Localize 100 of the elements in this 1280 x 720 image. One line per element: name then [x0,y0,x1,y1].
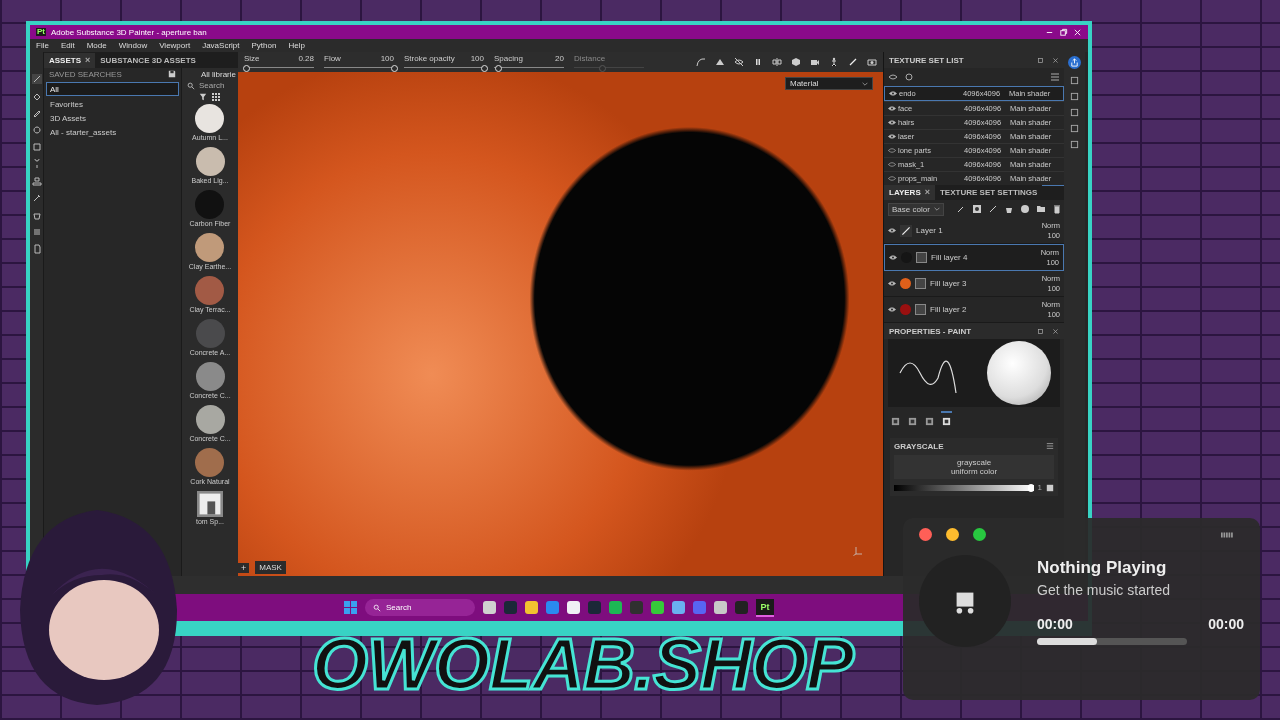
float-icon[interactable] [1037,327,1044,335]
mountain-icon[interactable] [715,57,725,67]
brush-icon[interactable] [900,224,912,237]
saved-search-item[interactable]: 3D Assets [46,113,179,124]
mask-tab[interactable]: MASK [255,561,286,574]
brush-icon[interactable] [987,204,998,214]
app-icon[interactable] [672,601,685,614]
search-icon[interactable] [373,603,381,612]
eye-icon[interactable] [888,307,896,312]
material-swatch[interactable] [195,405,225,434]
source-field[interactable]: grayscale uniform color [894,455,1054,479]
app-icon[interactable] [525,601,538,614]
display-mode-dropdown[interactable]: Material [785,77,873,90]
filter-icon[interactable] [199,93,207,101]
app-icon[interactable] [609,601,622,614]
menu-item[interactable]: Window [118,41,148,50]
panel-tab[interactable]: LAYERS × [884,185,935,200]
eye-icon[interactable] [888,228,896,233]
start-icon[interactable] [344,601,357,614]
search-field[interactable]: All [46,82,179,96]
app-icon[interactable] [651,601,664,614]
material-swatch[interactable] [195,233,225,262]
channel-dropdown[interactable]: Base color [888,202,944,216]
search-icon[interactable] [187,81,195,90]
dropper-icon[interactable] [31,193,42,203]
material-swatch[interactable] [195,448,225,477]
close-button[interactable] [919,528,932,541]
brush-icon[interactable] [31,74,42,84]
brush-icon[interactable] [848,57,858,67]
brush-slider[interactable] [494,64,564,71]
brush-slider[interactable] [244,64,314,71]
saved-search-item[interactable]: Favorites [46,99,179,110]
grayscale-slider[interactable] [894,484,1034,491]
pause-icon[interactable] [753,57,763,67]
pin-icon[interactable] [31,159,42,169]
minimize-button[interactable] [946,528,959,541]
close-icon[interactable] [1052,56,1059,64]
menu-item[interactable]: Edit [60,41,75,50]
eye-icon[interactable] [888,281,896,286]
folder-icon[interactable] [1035,204,1046,214]
mask-icon[interactable] [971,204,982,214]
float-icon[interactable] [1037,56,1044,64]
menu-icon[interactable] [1046,442,1054,450]
menu-item[interactable]: Mode [86,41,107,50]
curve-icon[interactable] [696,57,706,67]
eye-icon[interactable] [888,134,896,139]
share-icon[interactable] [1070,58,1079,67]
menu-item[interactable]: Viewport [159,41,191,50]
material-swatch[interactable] [195,104,225,133]
eye-icon[interactable] [888,120,896,125]
eye-outline-icon[interactable] [888,176,896,181]
menu-item[interactable]: Python [251,41,277,50]
maximize-button[interactable] [973,528,986,541]
material-swatch[interactable] [195,276,225,305]
app-icon[interactable] [483,601,496,614]
target-icon[interactable] [31,125,42,135]
eye-icon[interactable] [888,106,896,111]
layers-icon[interactable] [31,227,42,237]
material-swatch[interactable] [195,362,225,391]
restore-icon[interactable] [1059,27,1068,37]
picker-icon[interactable] [1046,483,1054,492]
stamp-icon[interactable] [31,176,42,186]
menu-item[interactable]: File [36,41,49,50]
library-search-field[interactable]: Search [199,81,233,90]
app-icon[interactable] [714,601,727,614]
figure-icon[interactable] [829,57,839,67]
grid-icon[interactable] [211,92,221,102]
material-swatch[interactable] [195,147,225,176]
save-icon[interactable] [168,70,176,78]
painter-app-button[interactable]: Pt [756,598,774,617]
hidden-icon[interactable] [734,57,744,67]
slider-thumb[interactable] [1027,483,1034,492]
close-icon[interactable] [1052,327,1059,335]
menu-item[interactable]: JavaScript [202,41,240,50]
panel-tab[interactable]: ASSETS × [44,52,96,68]
material-swatch[interactable] [195,190,225,219]
bucket-icon[interactable] [31,210,42,220]
globe-icon[interactable] [1019,204,1030,214]
brush-slider[interactable] [574,64,644,71]
eye-outline-icon[interactable] [888,162,896,167]
trash-icon[interactable] [1051,204,1062,214]
viewport-render[interactable]: Material + MASK [238,72,883,576]
add-button[interactable]: + [238,562,250,573]
eye-outline-icon[interactable] [888,148,896,153]
spray-icon[interactable] [197,491,223,517]
eraser-icon[interactable] [31,91,42,101]
eye-icon[interactable] [889,255,897,260]
menu-item[interactable]: Help [288,41,305,50]
pen-icon[interactable] [31,108,42,118]
symmetry-icon[interactable] [772,57,782,67]
taskbar-search[interactable]: Search [365,599,475,616]
material-swatch[interactable] [195,319,225,348]
wand-icon[interactable] [955,204,966,214]
app-icon[interactable] [567,601,580,614]
saved-search-item[interactable]: All - starter_assets [46,127,179,138]
cube-icon[interactable] [791,57,801,67]
crop-icon[interactable] [31,142,42,152]
track-title: Nothing Playing [1037,557,1168,578]
menu-icon[interactable] [1050,72,1060,82]
eye-icon[interactable] [889,91,897,96]
